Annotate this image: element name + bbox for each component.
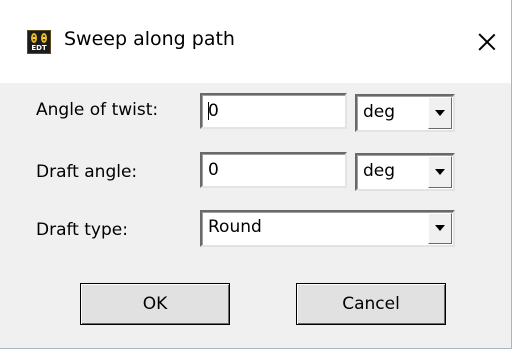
draft-angle-input[interactable]: 0 [200, 152, 347, 188]
draft-type-select[interactable]: Round [200, 210, 455, 247]
draft-angle-unit-select[interactable]: deg [355, 153, 455, 191]
ok-button[interactable]: OK [80, 283, 230, 325]
dialog-title: Sweep along path [64, 28, 235, 50]
dropdown-arrow-icon [435, 169, 445, 175]
dropdown-arrow-icon [435, 110, 445, 116]
angle-of-twist-unit-value: deg [363, 102, 396, 122]
app-icon-left-dot [33, 37, 35, 39]
draft-angle-unit-dropdown-button[interactable] [428, 156, 452, 188]
angle-of-twist-unit-dropdown-button[interactable] [428, 97, 452, 129]
angle-of-twist-input[interactable]: 0 [200, 93, 347, 129]
angle-of-twist-label: Angle of twist: [36, 100, 159, 120]
draft-type-dropdown-button[interactable] [428, 213, 452, 244]
draft-type-value: Round [208, 217, 262, 237]
edt-app-icon: EDT [27, 30, 51, 54]
text-caret [208, 102, 209, 120]
draft-angle-label: Draft angle: [36, 162, 138, 182]
app-icon-right-dot [43, 37, 45, 39]
draft-angle-value: 0 [208, 160, 219, 180]
sweep-along-path-dialog: EDT Sweep along path Angle of twist: 0 d… [0, 0, 512, 349]
draft-angle-unit-value: deg [363, 161, 396, 181]
cancel-button[interactable]: Cancel [296, 283, 446, 325]
app-icon-text: EDT [31, 44, 47, 52]
angle-of-twist-unit-select[interactable]: deg [355, 94, 455, 132]
angle-of-twist-value: 0 [208, 101, 219, 121]
title-bar: EDT Sweep along path [0, 0, 511, 83]
close-icon[interactable] [470, 24, 504, 58]
draft-type-label: Draft type: [36, 220, 128, 240]
dropdown-arrow-icon [435, 225, 445, 231]
